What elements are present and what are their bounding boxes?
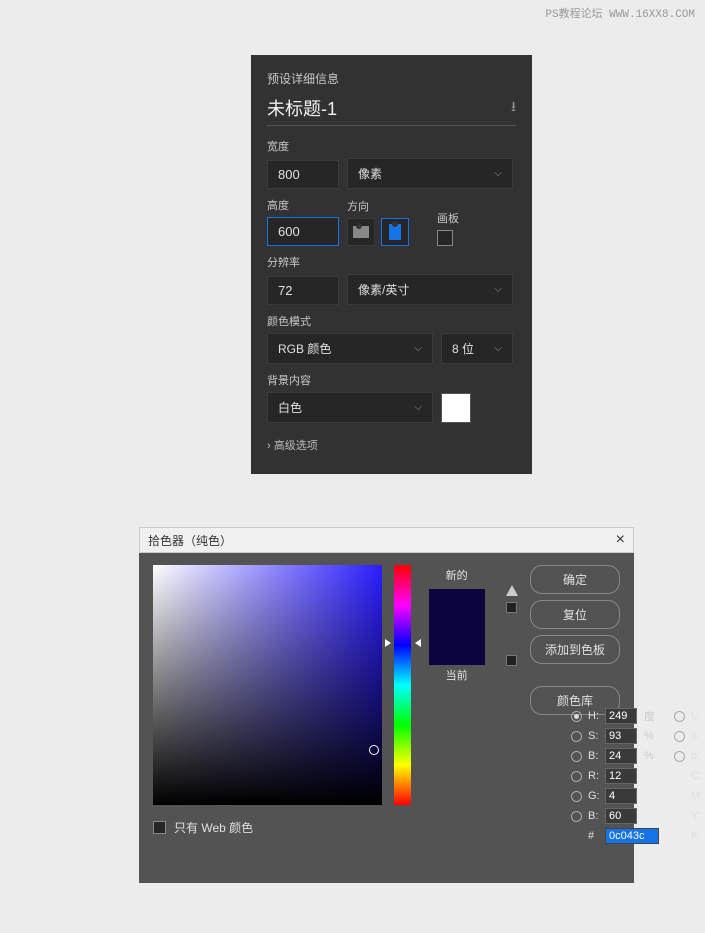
bit-depth-text: 8 位 <box>452 340 474 357</box>
lb-label: b: <box>691 750 705 762</box>
bit-depth-select[interactable]: 8 位 ⌵ <box>441 333 513 364</box>
background-color-swatch[interactable] <box>441 393 471 423</box>
hex-label: # <box>588 830 602 842</box>
a-label: a: <box>691 730 705 742</box>
resolution-unit-text: 像素/英寸 <box>358 281 409 298</box>
h-label: H: <box>588 710 602 722</box>
orientation-portrait[interactable] <box>381 218 409 246</box>
bv-input[interactable] <box>605 748 637 764</box>
m-label: M: <box>691 790 705 802</box>
chevron-down-icon: ⌵ <box>414 343 422 354</box>
resolution-label: 分辨率 <box>267 254 516 270</box>
s-input[interactable] <box>605 728 637 744</box>
bv-label: B: <box>588 750 602 762</box>
current-color-label: 当前 <box>446 667 468 683</box>
advanced-options[interactable]: › 高级选项 <box>267 437 516 453</box>
color-mode-label: 颜色模式 <box>267 313 516 329</box>
background-text: 白色 <box>278 399 302 416</box>
orientation-landscape[interactable] <box>347 218 375 246</box>
bv-unit: % <box>644 750 656 762</box>
a-radio[interactable] <box>674 731 685 742</box>
color-mode-select[interactable]: RGB 颜色 ⌵ <box>267 333 433 364</box>
height-input[interactable]: 600 <box>267 217 339 246</box>
cube-icon[interactable] <box>506 655 517 666</box>
artboard-label: 画板 <box>437 210 459 226</box>
watermark-text: PS教程论坛 WWW.16XX8.COM <box>545 5 695 21</box>
resolution-input[interactable]: 72 <box>267 276 339 305</box>
bv-radio[interactable] <box>571 751 582 762</box>
picker-title: 拾色器（纯色） <box>148 532 232 549</box>
color-mode-text: RGB 颜色 <box>278 340 331 357</box>
background-select[interactable]: 白色 ⌵ <box>267 392 433 423</box>
h-unit: 度 <box>644 708 656 724</box>
r-radio[interactable] <box>571 771 582 782</box>
background-label: 背景内容 <box>267 372 516 388</box>
color-picker-titlebar: 拾色器（纯色） × <box>139 527 634 553</box>
width-unit-select[interactable]: 像素 ⌵ <box>347 158 513 189</box>
g-label: G: <box>588 790 602 802</box>
web-only-label: 只有 Web 颜色 <box>174 819 253 836</box>
saturation-value-field[interactable] <box>153 565 382 805</box>
advanced-label: 高级选项 <box>274 440 318 452</box>
sv-marker <box>369 745 379 755</box>
new-color-label: 新的 <box>446 567 468 583</box>
g-radio[interactable] <box>571 791 582 802</box>
bc-input[interactable] <box>605 808 637 824</box>
current-color-preview[interactable] <box>429 627 485 665</box>
web-only-checkbox[interactable] <box>153 821 166 834</box>
width-unit-text: 像素 <box>358 165 382 182</box>
panel-header: 预设详细信息 <box>267 70 339 87</box>
chevron-down-icon: ⌵ <box>494 284 502 295</box>
width-input[interactable]: 800 <box>267 160 339 189</box>
color-picker-panel: 新的 当前 确定 复位 添加到色板 颜色库 H:度 L: S:% a: B:% <box>139 553 634 883</box>
orientation-label: 方向 <box>347 198 409 214</box>
r-input[interactable] <box>605 768 637 784</box>
close-icon[interactable]: × <box>616 531 625 549</box>
resolution-unit-select[interactable]: 像素/英寸 ⌵ <box>347 274 513 305</box>
save-preset-icon[interactable]: ⭳ <box>511 96 516 120</box>
width-label: 宽度 <box>267 138 516 154</box>
chevron-down-icon: ⌵ <box>414 402 422 413</box>
chevron-down-icon: ⌵ <box>494 168 502 179</box>
hue-marker <box>391 639 415 647</box>
add-swatch-button[interactable]: 添加到色板 <box>530 635 620 664</box>
c-label: C: <box>691 770 705 782</box>
s-unit: % <box>644 730 656 742</box>
height-label: 高度 <box>267 197 339 213</box>
l-label: L: <box>691 710 705 722</box>
lb-radio[interactable] <box>674 751 685 762</box>
bc-label: B: <box>588 810 602 822</box>
s-radio[interactable] <box>571 731 582 742</box>
gamut-warning-icon[interactable] <box>506 585 518 596</box>
l-radio[interactable] <box>674 711 685 722</box>
artboard-checkbox[interactable] <box>437 230 453 246</box>
k-label: K: <box>691 830 705 842</box>
y-label: Y: <box>691 810 705 822</box>
hue-slider[interactable] <box>394 565 411 805</box>
s-label: S: <box>588 730 602 742</box>
g-input[interactable] <box>605 788 637 804</box>
chevron-down-icon: ⌵ <box>494 343 502 354</box>
h-input[interactable] <box>605 708 637 724</box>
r-label: R: <box>588 770 602 782</box>
reset-button[interactable]: 复位 <box>530 600 620 629</box>
ok-button[interactable]: 确定 <box>530 565 620 594</box>
h-radio[interactable] <box>571 711 582 722</box>
chevron-right-icon: › <box>267 440 271 452</box>
document-title[interactable]: 未标题-1 <box>267 95 337 121</box>
new-color-preview <box>429 589 485 627</box>
hex-input[interactable] <box>605 828 659 844</box>
new-document-panel: 预设详细信息 未标题-1 ⭳ 宽度 800 像素 ⌵ 高度 600 方向 画板 … <box>251 55 532 474</box>
web-safe-icon[interactable] <box>506 602 517 613</box>
bc-radio[interactable] <box>571 811 582 822</box>
